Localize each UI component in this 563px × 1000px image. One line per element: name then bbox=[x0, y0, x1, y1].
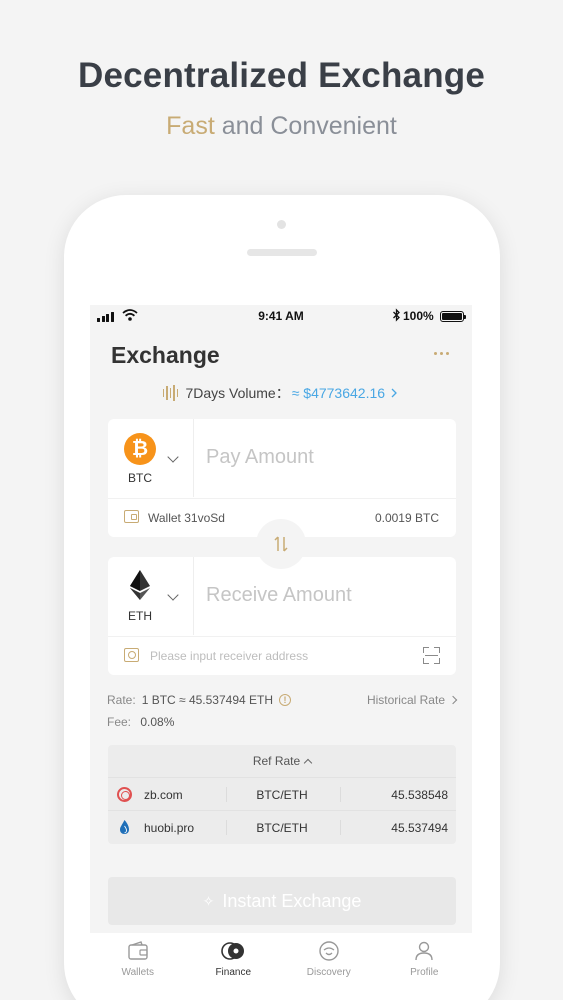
wallet-icon bbox=[128, 941, 148, 960]
battery-percent: 100% bbox=[403, 309, 434, 323]
historical-rate-link[interactable]: Historical Rate bbox=[366, 693, 458, 707]
receive-amount-input[interactable]: Receive Amount bbox=[206, 584, 352, 607]
exchange-screen: 9:41 AM 100% Exchange 7Days Volume： ≈ $4… bbox=[90, 305, 472, 985]
chevron-down-icon bbox=[167, 451, 179, 463]
fee-line: Fee: 0.08% bbox=[107, 715, 174, 729]
receive-coin-symbol: ETH bbox=[128, 609, 152, 623]
tab-label: Finance bbox=[215, 967, 252, 978]
ref-rate-title: Ref Rate bbox=[252, 754, 301, 768]
pay-coin-symbol: BTC bbox=[128, 471, 152, 485]
exchange-name: huobi.pro bbox=[144, 821, 195, 835]
more-options-button[interactable] bbox=[426, 341, 456, 365]
volume-label: 7Days Volume： bbox=[185, 385, 290, 401]
pay-amount-input[interactable]: Pay Amount bbox=[206, 446, 314, 469]
ref-rate-toggle[interactable]: Ref Rate bbox=[108, 745, 456, 777]
receiver-address-row: Please input receiver address bbox=[108, 636, 456, 674]
exchange-rate-value: 45.538548 bbox=[391, 788, 448, 802]
status-bar: 9:41 AM 100% bbox=[90, 305, 472, 327]
receive-card: ETH Receive Amount Please input receiver… bbox=[108, 557, 456, 675]
promo-subline-accent: Fast bbox=[166, 112, 215, 140]
wallet-icon bbox=[124, 510, 139, 523]
historical-rate-label: Historical Rate bbox=[366, 693, 445, 707]
volume-value: ≈ $4773642.16 bbox=[291, 385, 386, 401]
instant-exchange-button[interactable]: ✧ Instant Exchange bbox=[108, 877, 456, 925]
tab-wallets[interactable]: Wallets bbox=[90, 933, 186, 985]
volume-bars-icon bbox=[162, 385, 179, 401]
wallet-name: Wallet 31voSd bbox=[148, 511, 225, 525]
receive-coin-selector[interactable]: ETH bbox=[108, 557, 194, 635]
pay-coin-selector[interactable]: ₿ BTC bbox=[108, 419, 194, 497]
fee-value: 0.08% bbox=[140, 715, 175, 729]
huobi-logo-icon bbox=[120, 820, 129, 834]
wallet-balance: 0.0019 BTC bbox=[374, 511, 439, 525]
ref-rate-row: zb.com BTC/ETH 45.538548 bbox=[108, 777, 456, 810]
exchange-rate-value: 45.537494 bbox=[391, 821, 448, 835]
chevron-down-icon bbox=[167, 589, 179, 601]
address-icon bbox=[124, 648, 139, 662]
chevron-up-icon bbox=[303, 758, 313, 768]
tab-bar: Wallets Finance Discovery Profile bbox=[90, 933, 472, 985]
ref-rate-row: huobi.pro BTC/ETH 45.537494 bbox=[108, 810, 456, 843]
lightning-icon: ✧ bbox=[202, 892, 215, 909]
btc-icon: ₿ bbox=[124, 433, 156, 465]
swap-button[interactable] bbox=[256, 519, 306, 569]
zb-logo-icon bbox=[117, 787, 132, 802]
tab-label: Profile bbox=[410, 967, 439, 978]
exchange-name: zb.com bbox=[144, 788, 183, 802]
promo-subline-rest: and Convenient bbox=[214, 112, 397, 140]
finance-icon bbox=[221, 942, 245, 960]
swap-arrows-icon bbox=[274, 536, 288, 552]
chevron-right-icon bbox=[391, 388, 397, 398]
promo-headline: Decentralized Exchange bbox=[77, 56, 486, 95]
instant-exchange-label: Instant Exchange bbox=[222, 890, 362, 911]
bluetooth-icon bbox=[393, 308, 400, 322]
promo-subline: Fast and Convenient bbox=[0, 112, 563, 141]
page-title: Exchange bbox=[111, 342, 220, 368]
trading-pair: BTC/ETH bbox=[256, 821, 308, 835]
rate-label: Rate: bbox=[107, 693, 136, 707]
phone-camera bbox=[277, 220, 286, 229]
chevron-right-icon bbox=[448, 695, 458, 705]
rate-value: 1 BTC ≈ 45.537494 ETH bbox=[141, 693, 274, 707]
tab-label: Wallets bbox=[121, 967, 154, 978]
receiver-address-input[interactable]: Please input receiver address bbox=[150, 649, 308, 663]
tab-finance[interactable]: Finance bbox=[186, 933, 282, 985]
tab-profile[interactable]: Profile bbox=[377, 933, 473, 985]
phone-speaker bbox=[247, 249, 317, 256]
profile-icon bbox=[415, 941, 433, 961]
exchange-rate: Rate: 1 BTC ≈ 45.537494 ETH ! bbox=[107, 693, 292, 707]
ref-rate-panel: Ref Rate zb.com BTC/ETH 45.538548 huobi.… bbox=[108, 745, 456, 844]
tab-discovery[interactable]: Discovery bbox=[281, 933, 377, 985]
battery-icon bbox=[440, 311, 466, 322]
eth-icon bbox=[130, 570, 150, 600]
fee-label: Fee: bbox=[107, 715, 132, 729]
info-icon[interactable]: ! bbox=[279, 694, 292, 706]
tab-label: Discovery bbox=[306, 967, 351, 978]
discovery-icon bbox=[319, 941, 339, 961]
scan-qr-button[interactable] bbox=[423, 647, 440, 664]
volume-summary[interactable]: 7Days Volume： ≈ $4773642.16 bbox=[90, 383, 472, 403]
trading-pair: BTC/ETH bbox=[256, 788, 308, 802]
